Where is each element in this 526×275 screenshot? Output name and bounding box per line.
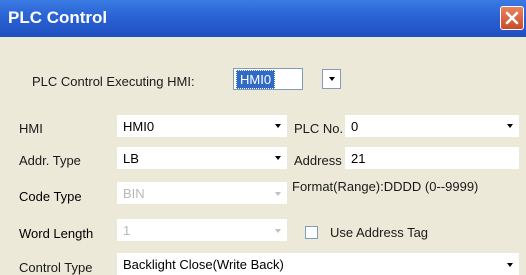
addr-type-label: Addr. Type	[19, 153, 81, 168]
use-address-tag-checkbox[interactable]	[305, 226, 318, 239]
exec-hmi-select[interactable]: HMI0	[233, 68, 303, 90]
chevron-down-icon	[275, 229, 281, 233]
close-icon	[505, 11, 519, 25]
exec-hmi-dropdown-button[interactable]	[322, 69, 341, 89]
word-length-select[interactable]: 1	[117, 219, 287, 241]
hmi-value: HMI0	[123, 119, 155, 134]
code-type-select[interactable]: BIN	[117, 182, 287, 204]
control-type-select[interactable]: Backlight Close(Write Back)	[117, 253, 519, 275]
hmi-select[interactable]: HMI0	[117, 115, 287, 137]
plc-no-select[interactable]: 0	[345, 115, 519, 137]
close-button[interactable]	[500, 6, 524, 30]
hmi-label: HMI	[19, 121, 43, 136]
chevron-down-icon	[507, 124, 513, 128]
address-input[interactable]: 21	[345, 147, 519, 169]
title-bar[interactable]: PLC Control	[0, 0, 526, 37]
chevron-down-icon	[275, 124, 281, 128]
exec-hmi-label: PLC Control Executing HMI:	[32, 74, 195, 89]
plc-no-label: PLC No.	[294, 121, 344, 136]
dialog-title: PLC Control	[8, 8, 108, 27]
code-type-value: BIN	[123, 186, 145, 201]
address-value: 21	[351, 151, 366, 166]
control-type-label: Control Type	[19, 260, 93, 275]
addr-type-select[interactable]: LB	[117, 147, 287, 169]
address-label: Address	[294, 153, 342, 168]
word-length-value: 1	[123, 223, 131, 238]
exec-hmi-value: HMI0	[236, 70, 276, 89]
plc-no-value: 0	[351, 119, 359, 134]
use-address-tag-label[interactable]: Use Address Tag	[330, 225, 428, 240]
format-range-text: Format(Range):DDDD (0--9999)	[292, 179, 479, 194]
chevron-down-icon	[275, 192, 281, 196]
addr-type-value: LB	[123, 151, 139, 166]
control-type-value: Backlight Close(Write Back)	[123, 257, 284, 272]
code-type-label: Code Type	[19, 189, 82, 204]
chevron-down-icon	[329, 77, 335, 81]
chevron-down-icon	[275, 156, 281, 160]
chevron-down-icon	[507, 263, 513, 267]
word-length-label: Word Length	[19, 226, 94, 241]
plc-control-dialog: PLC Control PLC Control Executing HMI: H…	[0, 0, 526, 275]
